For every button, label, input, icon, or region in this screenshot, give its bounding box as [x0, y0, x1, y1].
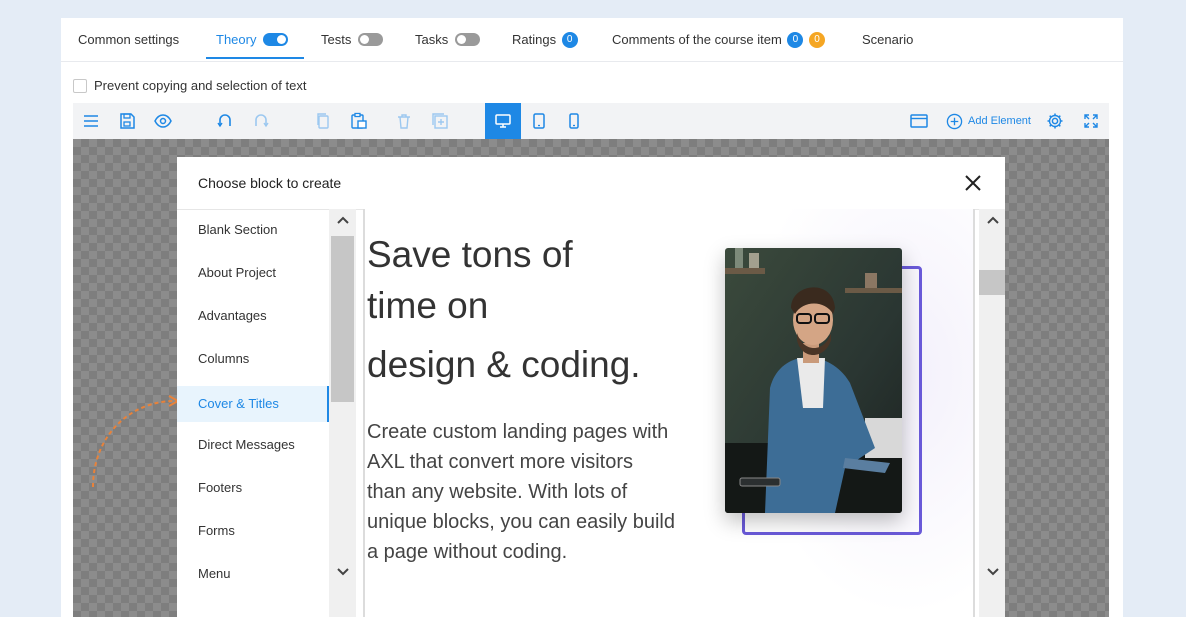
duplicate-icon[interactable]: [422, 103, 458, 139]
tab-bar: Common settings Theory Tests Tasks Ratin…: [61, 18, 1123, 62]
theory-toggle[interactable]: [263, 33, 289, 47]
category-cover-titles[interactable]: Cover & Titles: [177, 386, 329, 422]
category-footers[interactable]: Footers: [177, 470, 329, 506]
desktop-icon[interactable]: [485, 103, 521, 139]
tab-comments-label: Comments of the course item: [612, 32, 782, 47]
tab-tests[interactable]: Tests: [321, 18, 383, 61]
category-menu[interactable]: Menu: [177, 556, 329, 592]
scroll-up-icon[interactable]: [329, 209, 356, 233]
undo-icon[interactable]: [207, 103, 243, 139]
scrollbar-thumb[interactable]: [331, 236, 354, 402]
course-item-panel: Common settings Theory Tests Tasks Ratin…: [61, 18, 1123, 617]
preview-title-line: Save tons of: [367, 234, 573, 275]
prevent-copy-checkbox[interactable]: [73, 79, 87, 93]
scrollbar-thumb[interactable]: [979, 270, 1005, 295]
tab-common-settings[interactable]: Common settings: [78, 18, 179, 61]
tab-tests-label: Tests: [321, 32, 352, 47]
fullscreen-icon[interactable]: [1073, 103, 1109, 139]
block-preview[interactable]: Save tons of time on design & coding. Cr…: [363, 209, 975, 617]
scroll-down-icon[interactable]: [979, 559, 1005, 583]
tab-comments[interactable]: Comments of the course item 0 0: [612, 18, 826, 61]
tab-scenario[interactable]: Scenario: [862, 18, 913, 61]
tests-toggle[interactable]: [357, 33, 383, 47]
block-category-list: Blank Section About Project Advantages C…: [177, 209, 329, 617]
category-direct-messages[interactable]: Direct Messages: [177, 427, 329, 463]
category-advantages[interactable]: Advantages: [177, 298, 329, 334]
prevent-copy-label: Prevent copying and selection of text: [94, 78, 307, 93]
category-about-project[interactable]: About Project: [177, 255, 329, 291]
trash-icon[interactable]: [386, 103, 422, 139]
window-icon[interactable]: [901, 103, 937, 139]
save-icon[interactable]: [109, 103, 145, 139]
pointer-arrow-icon: [92, 395, 181, 488]
menu-icon[interactable]: [73, 103, 109, 139]
comments-pending-badge: 0: [809, 31, 826, 48]
tab-tasks-label: Tasks: [415, 32, 449, 47]
tab-tasks[interactable]: Tasks: [415, 18, 480, 61]
add-element-label: Add Element: [968, 115, 1031, 127]
preview-text: Create custom landing pages with AXL tha…: [367, 421, 675, 563]
ratings-count-badge: 0: [561, 31, 578, 48]
editor-toolbar: Add Element: [73, 103, 1109, 139]
redo-icon[interactable]: [243, 103, 279, 139]
dialog-title: Choose block to create: [198, 175, 342, 191]
preview-title-line: time on: [367, 285, 489, 326]
editor-canvas: Choose block to create Blank Section Abo…: [73, 139, 1109, 617]
mobile-icon[interactable]: [556, 103, 592, 139]
paste-icon[interactable]: [341, 103, 377, 139]
close-icon[interactable]: [963, 173, 983, 193]
tab-theory[interactable]: Theory: [206, 18, 304, 59]
add-circle-icon: [946, 113, 963, 129]
preview-title: Save tons of time on design & coding.: [367, 229, 697, 390]
preview-photo: [725, 248, 902, 513]
preview-scrollbar[interactable]: [979, 209, 1005, 617]
scroll-up-icon[interactable]: [979, 209, 1005, 233]
comments-count-badge: 0: [787, 31, 804, 48]
tablet-icon[interactable]: [521, 103, 557, 139]
tab-ratings-label: Ratings: [512, 32, 557, 47]
tasks-toggle[interactable]: [454, 33, 480, 47]
category-blank-section[interactable]: Blank Section: [177, 212, 329, 248]
gear-icon[interactable]: [1037, 103, 1073, 139]
category-scrollbar[interactable]: [329, 209, 356, 617]
eye-icon[interactable]: [145, 103, 181, 139]
copy-icon[interactable]: [305, 103, 341, 139]
preview-title-line: design & coding.: [367, 344, 641, 385]
tab-theory-label: Theory: [216, 32, 257, 47]
choose-block-dialog: Choose block to create Blank Section Abo…: [177, 157, 1005, 617]
category-forms[interactable]: Forms: [177, 513, 329, 549]
scroll-down-icon[interactable]: [329, 559, 356, 583]
category-columns[interactable]: Columns: [177, 341, 329, 377]
add-element-button[interactable]: Add Element: [946, 103, 1031, 139]
dialog-header: Choose block to create: [177, 157, 1005, 210]
tab-ratings[interactable]: Ratings 0: [512, 18, 578, 61]
